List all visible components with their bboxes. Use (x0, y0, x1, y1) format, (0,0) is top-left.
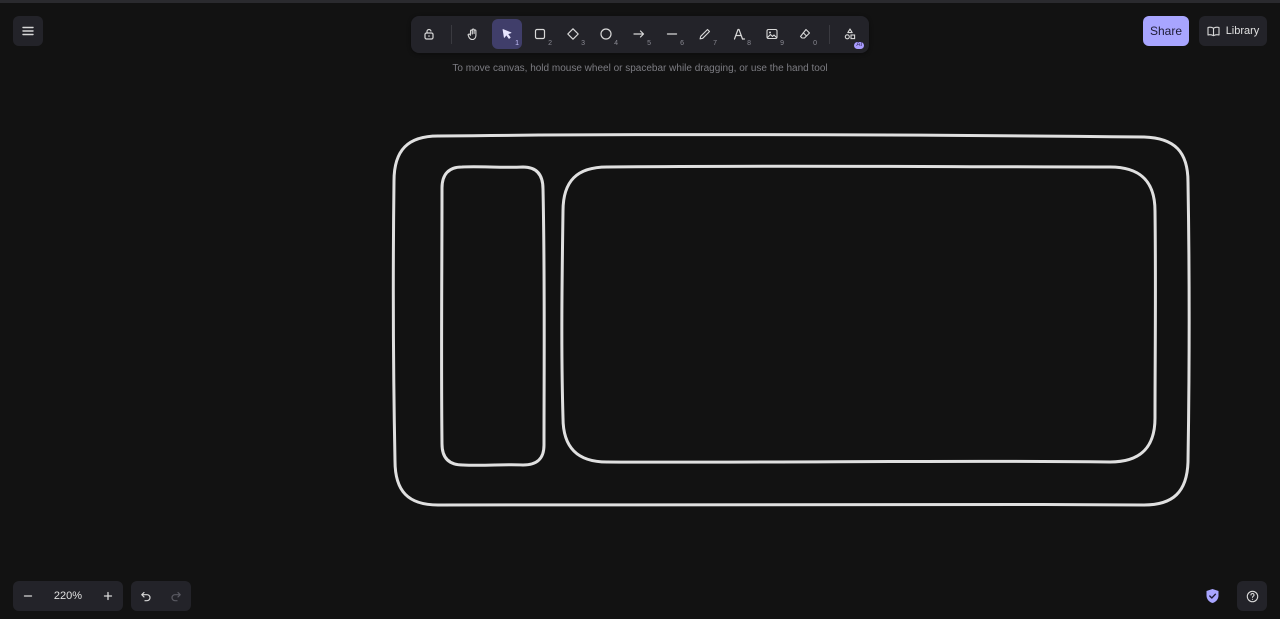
zoom-out-button[interactable] (13, 581, 43, 611)
diamond-icon (567, 28, 579, 40)
main-menu-button[interactable] (13, 16, 43, 46)
encryption-shield-button[interactable] (1203, 587, 1221, 605)
tool-shortcut-key: 0 (813, 40, 817, 47)
hamburger-icon (22, 26, 34, 36)
tool-arrow[interactable]: 5 (624, 19, 654, 49)
help-button[interactable] (1237, 581, 1267, 611)
ai-badge: AI (854, 42, 864, 49)
pencil-icon (699, 28, 711, 40)
redo-icon (171, 591, 181, 602)
tool-selection[interactable]: 1 (492, 19, 522, 49)
minus-icon (23, 595, 33, 597)
tool-shortcut-key: 4 (614, 40, 618, 47)
shield-check-icon (1206, 589, 1218, 603)
tool-ellipse[interactable]: 4 (591, 19, 621, 49)
toolbar-divider (829, 25, 830, 44)
pointer-icon (502, 29, 512, 39)
square-icon (534, 28, 546, 40)
undo-button[interactable] (131, 581, 161, 611)
tool-lock[interactable] (414, 19, 444, 49)
image-icon (766, 28, 778, 40)
history-controls (131, 581, 191, 611)
tool-text[interactable]: 8 (724, 19, 754, 49)
text-icon (733, 28, 746, 40)
tool-shortcut-key: 6 (680, 40, 684, 47)
tool-shortcut-key: 1 (515, 40, 519, 47)
tool-shortcut-key: 5 (647, 40, 651, 47)
share-button[interactable]: Share (1143, 16, 1189, 46)
circle-icon (600, 28, 612, 40)
tool-more-shapes[interactable]: AI (835, 19, 865, 49)
line-icon (666, 33, 678, 35)
arrow-right-icon (633, 30, 645, 38)
tool-diamond[interactable]: 3 (558, 19, 588, 49)
tool-hand[interactable] (458, 19, 488, 49)
tool-rectangle[interactable]: 2 (525, 19, 555, 49)
book-open-icon (1207, 26, 1220, 37)
drawing-canvas[interactable] (0, 0, 1280, 619)
toolbar-divider (451, 25, 452, 44)
shapes-icon (844, 28, 856, 40)
tool-draw[interactable]: 7 (690, 19, 720, 49)
library-label: Library (1225, 25, 1260, 37)
redo-button[interactable] (161, 581, 191, 611)
hand-icon (467, 28, 477, 41)
outer-rounded-rectangle[interactable] (391, 132, 1191, 507)
tool-line[interactable]: 6 (657, 19, 687, 49)
tool-shortcut-key: 8 (747, 40, 751, 47)
tool-shortcut-key: 9 (780, 40, 784, 47)
undo-icon (141, 591, 151, 602)
shapes-toolbar: 1 2 3 4 5 6 7 8 9 0 AI (411, 16, 869, 53)
tool-shortcut-key: 3 (581, 40, 585, 47)
canvas-hint-text: To move canvas, hold mouse wheel or spac… (452, 63, 828, 74)
eraser-icon (799, 28, 811, 39)
zoom-in-button[interactable] (93, 581, 123, 611)
tool-image[interactable]: 9 (757, 19, 787, 49)
right-rounded-rectangle[interactable] (560, 164, 1157, 464)
help-icon (1246, 590, 1258, 602)
zoom-level[interactable]: 220% (43, 581, 93, 611)
plus-icon (103, 591, 113, 601)
library-button[interactable]: Library (1199, 16, 1267, 46)
tool-eraser[interactable]: 0 (790, 19, 820, 49)
tool-shortcut-key: 2 (548, 40, 552, 47)
tool-shortcut-key: 7 (713, 40, 717, 47)
left-rounded-rectangle[interactable] (440, 165, 546, 467)
zoom-controls: 220% (13, 581, 123, 611)
lock-icon (424, 28, 434, 40)
